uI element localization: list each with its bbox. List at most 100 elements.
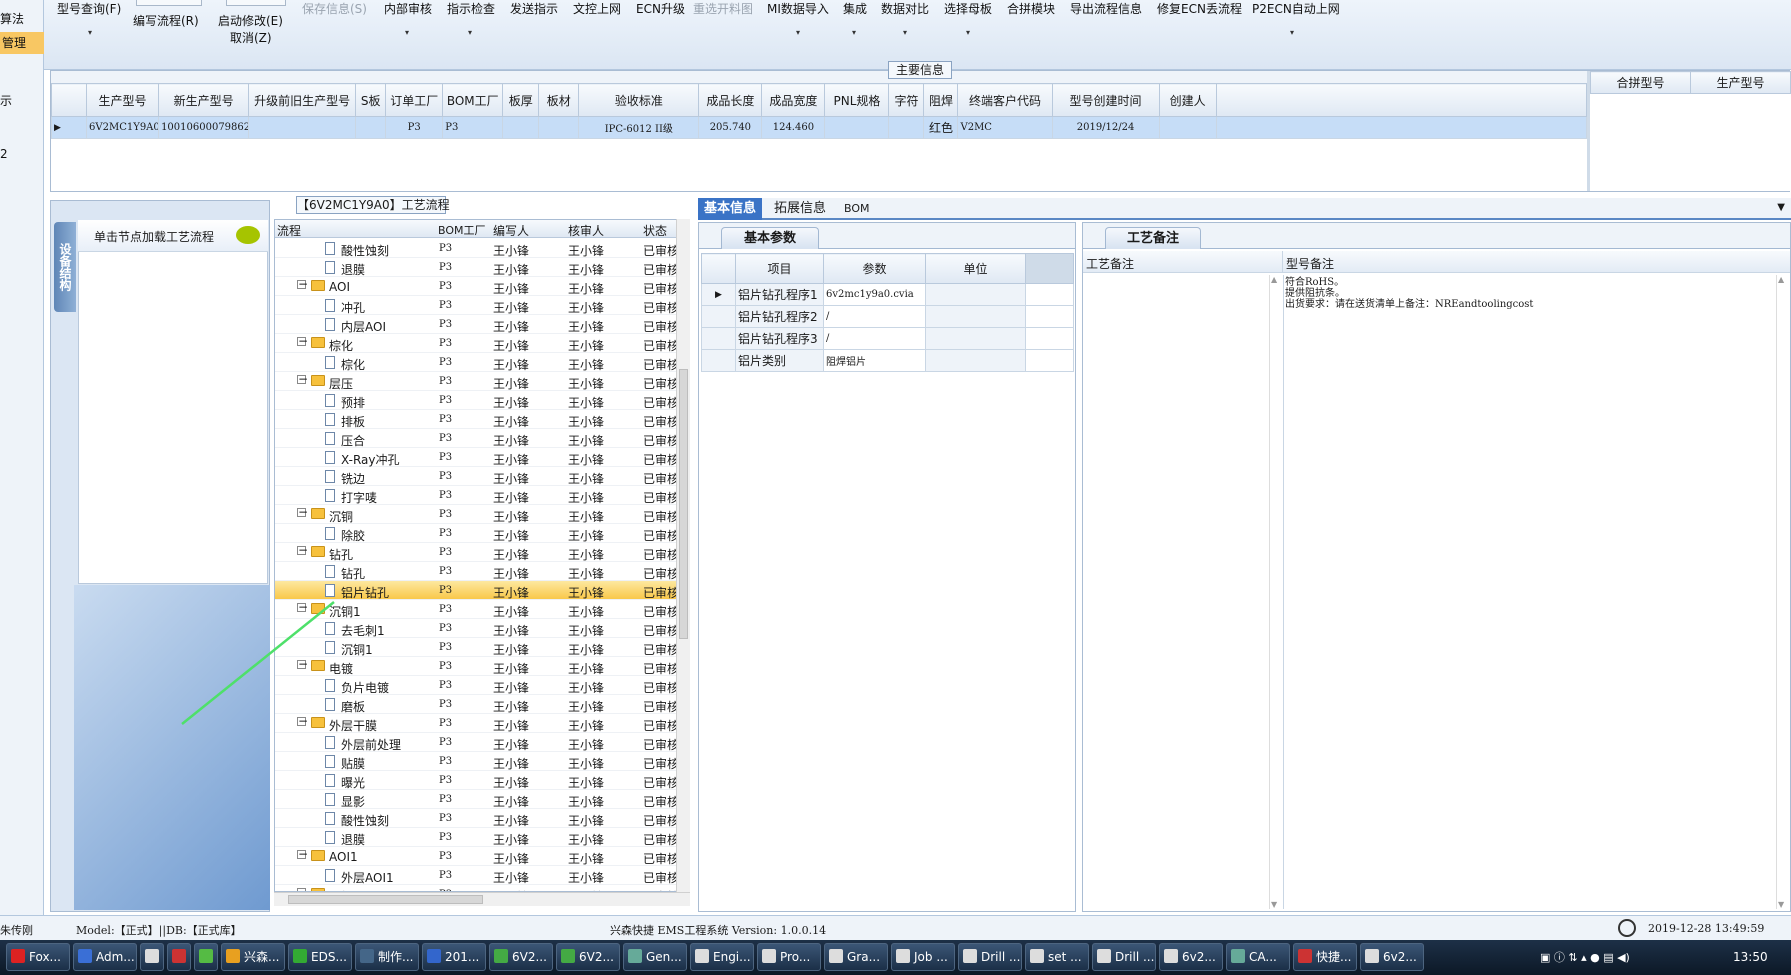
col-header[interactable]: 终端客户代码 xyxy=(957,83,1053,117)
param-value[interactable]: / xyxy=(823,327,926,350)
tree-row[interactable]: − 钻孔 P3 王小锋 王小锋 已审核 xyxy=(275,543,679,562)
toolbar-reselect-cutting[interactable]: 重选开料图 xyxy=(693,0,753,17)
param-value[interactable]: 6v2mc1y9a0.cvia xyxy=(823,283,926,306)
col-header[interactable]: 生产型号 xyxy=(1690,71,1791,94)
col-header[interactable]: 流程 xyxy=(277,222,301,239)
taskbar-task[interactable]: Gen... xyxy=(623,943,687,971)
col-header[interactable]: 升级前旧生产型号 xyxy=(248,83,357,117)
model-note-text[interactable]: 符合RoHS。 提供阻抗条。 出货要求：请在送货清单上备注：NREandtool… xyxy=(1285,277,1765,310)
toolbar-merge-module[interactable]: 合拼模块 xyxy=(1007,0,1055,17)
toolbar-send-instruction[interactable]: 发送指示 xyxy=(510,0,558,17)
collapse-icon[interactable]: − xyxy=(297,373,308,385)
col-header[interactable]: 单位 xyxy=(925,253,1026,284)
tree-row[interactable]: 钻孔 P3 王小锋 王小锋 已审核 xyxy=(275,562,679,581)
collapse-icon[interactable]: − xyxy=(297,335,308,347)
cell[interactable]: 6V2MC1Y9A0 xyxy=(86,116,160,139)
tray-icons[interactable]: ▣ ⓘ ⇅ ▴ ● ▤ ◀) xyxy=(1540,940,1630,975)
cell[interactable]: V2MC xyxy=(957,116,1053,139)
col-header[interactable]: 板材 xyxy=(538,83,580,117)
table-row[interactable]: ▶ 6V2MC1Y9A0 10010600079862 P3 P3 IPC-60… xyxy=(50,116,1588,139)
tree-row[interactable]: − 层压 P3 王小锋 王小锋 已审核 xyxy=(275,372,679,391)
tree-row[interactable]: 除胶 P3 王小锋 王小锋 已审核 xyxy=(275,524,679,543)
chevron-down-icon[interactable]: ▾ xyxy=(796,28,800,37)
cell[interactable]: P3 xyxy=(385,116,444,139)
chevron-down-icon[interactable]: ▾ xyxy=(966,28,970,37)
col-header[interactable]: 新生产型号 xyxy=(158,83,250,117)
table-row[interactable]: 铝片类别 阻焊铝片 xyxy=(701,349,1074,372)
taskbar-task[interactable]: 制作... xyxy=(355,943,419,971)
collapse-icon[interactable]: − xyxy=(297,544,308,556)
tree-row[interactable]: 冲孔 P3 王小锋 王小锋 已审核 xyxy=(275,296,679,315)
col-header[interactable]: 字符 xyxy=(888,83,925,117)
cell[interactable]: 2019/12/24 xyxy=(1051,116,1160,139)
col-header[interactable]: 项目 xyxy=(735,253,824,284)
tree-row[interactable]: 棕化 P3 王小锋 王小锋 已审核 xyxy=(275,353,679,372)
taskbar-task[interactable]: Fox... xyxy=(6,943,70,971)
cell[interactable]: P3 xyxy=(442,116,504,139)
toolbar-model-query[interactable]: 型号查询(F) xyxy=(57,0,121,17)
toolbar-doc-control-online[interactable]: 文控上网 xyxy=(573,0,621,17)
taskbar-task[interactable]: 6v2... xyxy=(1360,943,1424,971)
collapse-icon[interactable]: − xyxy=(297,848,308,860)
taskbar-task[interactable]: 兴森... xyxy=(221,943,285,971)
tree-row[interactable]: − AOI P3 王小锋 王小锋 已审核 xyxy=(275,277,679,296)
table-row[interactable]: ▶ 铝片钻孔程序1 6v2mc1y9a0.cvia xyxy=(701,283,1074,306)
taskbar-task[interactable]: Pro... xyxy=(757,943,821,971)
tab-bom[interactable]: BOM xyxy=(838,198,876,220)
col-header[interactable]: 阻焊 xyxy=(923,83,959,117)
col-header[interactable]: BOM工厂 xyxy=(442,83,504,117)
toolbar-integrate[interactable]: 集成 xyxy=(843,0,867,17)
tree-vertical-scrollbar[interactable] xyxy=(676,219,690,892)
taskbar-task[interactable]: CA... xyxy=(1226,943,1290,971)
toolbar-start-edit[interactable]: 启动修改(E) xyxy=(218,12,283,29)
taskbar-task[interactable]: Drill ... xyxy=(958,943,1022,971)
chevron-down-icon[interactable]: ▾ xyxy=(405,28,409,37)
chevron-down-icon[interactable]: ▾ xyxy=(1290,28,1294,37)
taskbar-task[interactable]: 6V2... xyxy=(489,943,553,971)
col-header[interactable]: 合拼型号 xyxy=(1590,71,1691,94)
taskbar-task[interactable] xyxy=(194,943,218,971)
taskbar-task[interactable] xyxy=(167,943,191,971)
taskbar-task[interactable]: Job ... xyxy=(891,943,955,971)
cell[interactable] xyxy=(1158,116,1217,139)
cell[interactable]: 10010600079862 xyxy=(158,116,250,139)
toolbar-data-compare[interactable]: 数据对比 xyxy=(881,0,929,17)
toolbar-save[interactable]: 保存信息(S) xyxy=(302,0,367,17)
tree-row[interactable]: 铣边 P3 王小锋 王小锋 已审核 xyxy=(275,467,679,486)
taskbar-task[interactable]: Engi... xyxy=(690,943,754,971)
col-header[interactable]: 创建人 xyxy=(1158,83,1217,117)
toolbar-internal-review[interactable]: 内部审核 xyxy=(384,0,432,17)
cell[interactable]: 205.740 xyxy=(698,116,763,139)
scroll-thumb[interactable] xyxy=(288,895,483,904)
taskbar-task[interactable]: 6V2... xyxy=(556,943,620,971)
tree-row[interactable]: − AOI1 P3 王小锋 王小锋 已审核 xyxy=(275,847,679,866)
cell[interactable] xyxy=(502,116,540,139)
col-header[interactable]: PNL规格 xyxy=(824,83,890,117)
tree-row[interactable]: 排板 P3 王小锋 王小锋 已审核 xyxy=(275,410,679,429)
toolbar-instruction-check[interactable]: 指示检查 xyxy=(447,0,495,17)
taskbar-task[interactable]: Gra... xyxy=(824,943,888,971)
toolbar-cancel[interactable]: 取消(Z) xyxy=(230,29,272,46)
chevron-down-icon[interactable]: ▾ xyxy=(88,28,92,37)
taskbar-task[interactable]: EDS... xyxy=(288,943,352,971)
tree-row[interactable]: 贴膜 P3 王小锋 王小锋 已审核 xyxy=(275,752,679,771)
tree-row[interactable]: − 棕化 P3 王小锋 王小锋 已审核 xyxy=(275,334,679,353)
cell[interactable] xyxy=(538,116,580,139)
process-note-scrollbar[interactable]: ▲ ▼ xyxy=(1269,275,1281,909)
tree-row[interactable]: 外层前处理 P3 王小锋 王小锋 已审核 xyxy=(275,733,679,752)
param-unit[interactable] xyxy=(925,283,1026,306)
taskbar-task[interactable]: 201... xyxy=(422,943,486,971)
nav-header[interactable]: 单击节点加载工艺流程 xyxy=(78,220,268,252)
tree-row[interactable]: 预排 P3 王小锋 王小锋 已审核 xyxy=(275,391,679,410)
tab-extended-info[interactable]: 拓展信息 xyxy=(768,198,832,220)
col-header[interactable]: S板 xyxy=(355,83,387,117)
tree-row[interactable]: X-Ray冲孔 P3 王小锋 王小锋 已审核 xyxy=(275,448,679,467)
col-header[interactable]: 成品宽度 xyxy=(761,83,826,117)
toolbar-export-flow[interactable]: 导出流程信息 xyxy=(1070,0,1142,17)
tree-row[interactable]: 退膜 P3 王小锋 王小锋 已审核 xyxy=(275,828,679,847)
toolbar-mi-import[interactable]: MI数据导入 xyxy=(767,0,829,17)
tree-row[interactable]: 打字唛 P3 王小锋 王小锋 已审核 xyxy=(275,486,679,505)
taskbar-task[interactable]: Adm... xyxy=(73,943,137,971)
toolbar-p2ecn-online[interactable]: P2ECN自动上网 xyxy=(1252,0,1340,17)
cell[interactable]: 124.460 xyxy=(761,116,826,139)
